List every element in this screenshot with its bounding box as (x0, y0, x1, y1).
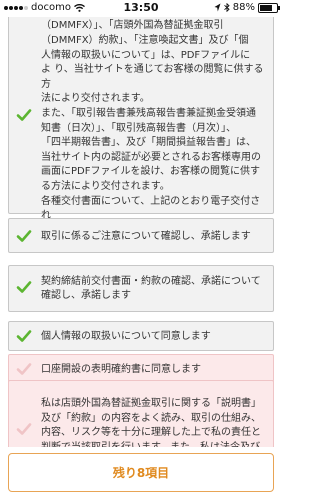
consent-text-line: 及び「約款」の内容をよく読み、取引の仕組み、 (41, 412, 261, 424)
consent-item-cautions[interactable]: 取引に係るご注意について確認し、承諾します (8, 218, 274, 253)
checkmark-icon[interactable] (16, 421, 32, 437)
status-right: 88% (214, 2, 280, 13)
battery-fill (260, 4, 272, 11)
consent-list: 「店頭外国為替証拠金取引説明書（DMMFX）」、「店頭外国為替証拠金取引（DMM… (0, 17, 282, 447)
consent-text-line: また、「取引報告書兼残高報告書兼証拠金受領通 (41, 107, 256, 119)
consent-item-pre-contract-docs[interactable]: 契約締結前交付書面・約款の確認、承諾について 確認し、承諾します (8, 265, 274, 312)
consent-item-understanding[interactable]: 私は店頭外国為替証拠金取引に関する「説明書」 及び「約款」の内容をよく読み、取引の… (8, 380, 274, 447)
checkmark-icon[interactable] (16, 328, 32, 344)
consent-text-line: 口座開設の表明確約書に同意します (41, 364, 201, 375)
battery-icon (258, 2, 280, 13)
consent-text-line: （DMMFX）」、「店頭外国為替証拠金取引 (41, 20, 224, 32)
consent-text-line: （DMMFX）約款」、「注意喚起文書」及び「個 (41, 34, 249, 46)
consent-text-line: 「四半期報告書」、及び「期間損益報告書」は、 (41, 137, 256, 149)
checkmark-icon[interactable] (16, 107, 32, 123)
consent-text-line: 個人情報の取扱いについて同意します (41, 331, 211, 342)
consent-text-line: 私は店頭外国為替証拠金取引に関する「説明書」 (41, 398, 261, 410)
consent-text: 個人情報の取扱いについて同意します (41, 330, 267, 344)
checkmark-icon[interactable] (16, 279, 32, 295)
consent-item-explanation-docs[interactable]: 「店頭外国為替証拠金取引説明書（DMMFX）」、「店頭外国為替証拠金取引（DMM… (8, 17, 274, 236)
status-bar: docomo 13:50 88% (0, 0, 282, 17)
consent-text-line: 内容、リスク等を十分に理解した上で私の責任と (41, 427, 261, 439)
consent-text-line: よ り、当社サイトを通じてお客様の閲覧に供する方 (41, 64, 264, 90)
consent-text: 契約締結前交付書面・約款の確認、承諾について 確認し、承諾します (41, 275, 267, 304)
consent-text-line: 法により交付されます。 (41, 93, 150, 105)
consent-text-line: 知書（日次）」、「取引残高報告書（月次）」、 (41, 122, 236, 134)
footer: 残り8項目 (0, 447, 282, 500)
checkmark-icon[interactable] (16, 228, 32, 244)
remaining-items-button[interactable]: 残り8項目 (8, 453, 274, 492)
consent-text: 口座開設の表明確約書に同意します (41, 363, 267, 377)
bluetooth-icon (223, 3, 230, 12)
consent-text-line: る方法により交付されます。 (41, 180, 170, 192)
battery-percent: 88% (232, 2, 255, 13)
consent-text-line: 人情報の取扱いについて」は、PDFファイルに (41, 49, 251, 61)
location-arrow-icon (214, 3, 221, 12)
consent-text-line: 確認し、承諾します (41, 290, 131, 302)
consent-text-line: 契約締結前交付書面・約款の確認、承諾について (41, 275, 261, 287)
consent-text-line: 画面にPDFファイルを設け、お客様の閲覧に供す (41, 166, 260, 178)
consent-text: 私は店頭外国為替証拠金取引に関する「説明書」 及び「約款」の内容をよく読み、取引の… (41, 397, 267, 447)
consent-text: 取引に係るご注意について確認し、承諾します (41, 230, 267, 244)
consent-text-line: 取引に係るご注意について確認し、承諾します (41, 230, 251, 242)
checkmark-icon[interactable] (16, 361, 32, 377)
consent-text: 「店頭外国為替証拠金取引説明書（DMMFX）」、「店頭外国為替証拠金取引（DMM… (41, 17, 267, 238)
consent-item-privacy[interactable]: 個人情報の取扱いについて同意します (8, 321, 274, 351)
consent-text-line: 当社サイト内の認証が必要とされるお客様専用の (41, 151, 261, 163)
